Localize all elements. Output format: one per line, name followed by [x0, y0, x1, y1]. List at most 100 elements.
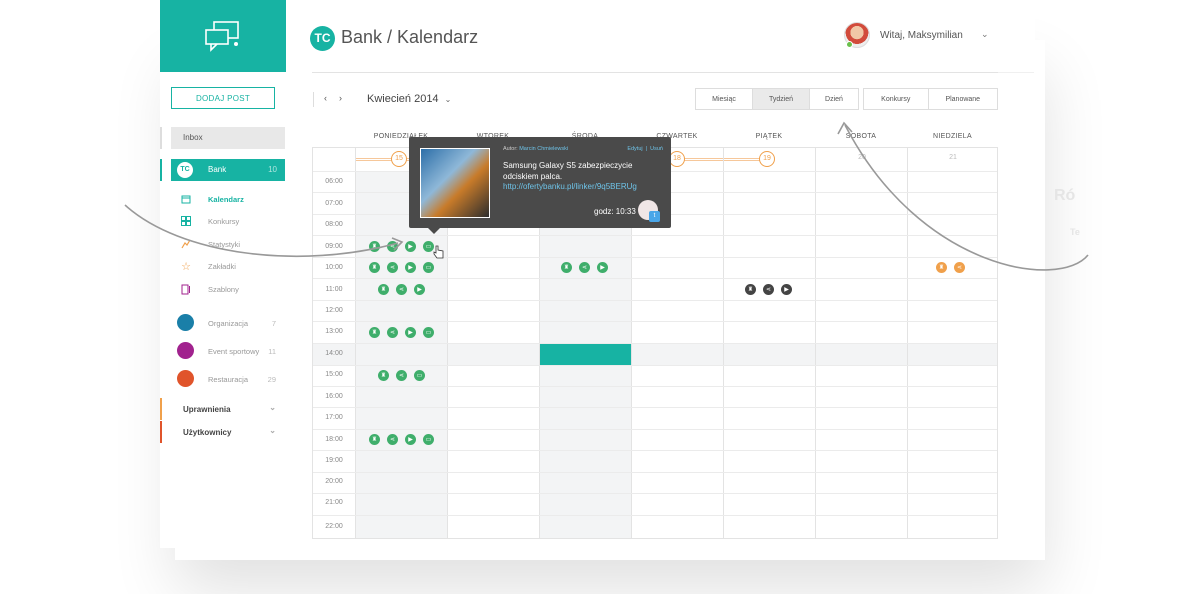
time-label: 07:00 — [325, 200, 343, 207]
share-icon[interactable]: ⋖ — [387, 262, 398, 273]
sidebar-item-bank[interactable]: TC Bank 10 — [160, 159, 286, 181]
contest-icon[interactable]: ♜ — [378, 370, 389, 381]
org-count: 7 — [271, 319, 276, 328]
next-week-button[interactable]: › — [339, 93, 342, 103]
share-icon[interactable]: ⋖ — [387, 241, 398, 252]
bank-header-logo: TC — [310, 26, 335, 51]
hour-line — [313, 300, 997, 301]
play-icon[interactable]: ▶ — [405, 434, 416, 445]
time-label: 16:00 — [325, 393, 343, 400]
sidebar-item-szablony[interactable]: Szablony — [180, 283, 239, 295]
date-cell[interactable]: 19 — [759, 151, 775, 167]
tab-konkursy[interactable]: Konkursy — [864, 89, 929, 109]
play-icon[interactable]: ▶ — [597, 262, 608, 273]
play-icon[interactable]: ▶ — [405, 327, 416, 338]
edit-link[interactable]: Edytuj — [627, 146, 642, 152]
sidebar-org-organizacja[interactable]: Organizacja 7 — [177, 314, 282, 332]
play-icon[interactable]: ▶ — [405, 241, 416, 252]
share-icon[interactable]: ⋖ — [396, 370, 407, 381]
contest-icon[interactable]: ♜ — [936, 262, 947, 273]
tab-planowane[interactable]: Planowane — [929, 89, 997, 109]
popup-arrow — [428, 228, 440, 234]
sidebar-item-kalendarz[interactable]: Kalendarz — [180, 193, 244, 205]
hour-line — [313, 321, 997, 322]
delete-link[interactable]: Usuń — [650, 146, 663, 152]
post-link[interactable]: http://ofertybanku.pl/linker/9q5BERUg — [503, 182, 637, 191]
time-label: 08:00 — [325, 221, 343, 228]
page-title: Bank / Kalendarz — [341, 27, 479, 47]
contest-icon[interactable]: ♜ — [378, 284, 389, 295]
prev-week-button[interactable]: ‹ — [324, 93, 327, 103]
hour-line — [313, 407, 997, 408]
share-icon[interactable]: ⋖ — [387, 327, 398, 338]
hour-line — [313, 429, 997, 430]
contest-icon[interactable]: ♜ — [745, 284, 756, 295]
time-label: 06:00 — [325, 178, 343, 185]
sidebar-org-restauracja[interactable]: Restauracja 29 — [177, 370, 282, 388]
header-divider — [312, 72, 998, 73]
time-label: 12:00 — [325, 307, 343, 314]
tab-dzien[interactable]: Dzień — [810, 89, 858, 109]
org-count: 11 — [268, 347, 276, 356]
hour-line — [313, 472, 997, 473]
sidebar-item-label: Kalendarz — [208, 194, 244, 204]
share-icon[interactable]: ⋖ — [763, 284, 774, 295]
message-icon[interactable]: ▭ — [423, 327, 434, 338]
play-icon[interactable]: ▶ — [414, 284, 425, 295]
date-cell[interactable]: 21 — [908, 154, 998, 161]
time-label: 14:00 — [325, 350, 343, 357]
month-selector[interactable]: Kwiecień 2014 ⌄ — [367, 93, 451, 105]
chevron-down-icon: ⌄ — [444, 95, 452, 104]
share-icon[interactable]: ⋖ — [579, 262, 590, 273]
date-cell[interactable]: 15 — [391, 151, 407, 167]
share-icon[interactable]: ⋖ — [387, 434, 398, 445]
sidebar-section-uprawnienia[interactable]: Uprawnienia ⌄ — [160, 398, 286, 420]
hour-line — [313, 450, 997, 451]
sidebar-org-event-sportowy[interactable]: Event sportowy 11 — [177, 342, 282, 360]
hour-line — [313, 365, 997, 366]
sidebar-section-uzytkownicy[interactable]: Użytkownicy ⌄ — [160, 421, 286, 443]
sidebar-item-inbox[interactable]: Inbox — [160, 127, 286, 149]
sidebar-item-statystyki[interactable]: Statystyki — [180, 238, 240, 250]
date-cell[interactable]: 18 — [669, 151, 685, 167]
tab-miesiac[interactable]: Miesiąc — [696, 89, 753, 109]
time-label: 10:00 — [325, 264, 343, 271]
add-post-button[interactable]: DODAJ POST — [171, 87, 275, 109]
share-icon[interactable]: ⋖ — [954, 262, 965, 273]
message-icon[interactable]: ▭ — [423, 434, 434, 445]
message-icon[interactable]: ▭ — [423, 262, 434, 273]
calendar-event-block[interactable] — [540, 344, 631, 365]
play-icon[interactable]: ▶ — [405, 262, 416, 273]
contest-icon[interactable]: ♜ — [369, 327, 380, 338]
chevron-down-icon: ⌄ — [269, 403, 276, 412]
message-icon[interactable]: ▭ — [414, 370, 425, 381]
time-label: 11:00 — [325, 286, 343, 293]
sidebar-item-zakladki[interactable]: ☆ Zakładki — [180, 260, 236, 273]
sidebar-item-konkursy[interactable]: Konkursy — [180, 215, 239, 227]
contest-icon[interactable]: ♜ — [561, 262, 572, 273]
author-name[interactable]: Marcin Chmielewski — [519, 146, 568, 152]
time-label: 20:00 — [325, 478, 343, 485]
share-icon[interactable]: ⋖ — [396, 284, 407, 295]
hour-line — [313, 343, 997, 344]
filter-switcher: Konkursy Planowane — [863, 88, 998, 110]
sidebar-item-label: Statystyki — [208, 239, 241, 249]
play-icon[interactable]: ▶ — [781, 284, 792, 295]
org-avatar — [177, 370, 194, 387]
bank-count: 10 — [268, 165, 277, 174]
section-indicator — [160, 398, 162, 420]
time-label: 13:00 — [325, 328, 343, 335]
date-cell[interactable]: 20 — [816, 154, 908, 161]
document-icon — [180, 283, 192, 295]
app-logo[interactable] — [160, 0, 286, 72]
tab-tydzien[interactable]: Tydzień — [753, 89, 810, 109]
contest-icon[interactable]: ♜ — [369, 262, 380, 273]
day-header: PIĄTEK — [755, 133, 783, 140]
hour-line — [313, 386, 997, 387]
contest-icon[interactable]: ♜ — [369, 434, 380, 445]
contest-icon[interactable]: ♜ — [369, 241, 380, 252]
author-label: Autor: — [503, 146, 518, 152]
day-header: NIEDZIELA — [933, 133, 972, 140]
user-menu[interactable]: Witaj, Maksymilian ⌄ — [844, 22, 1004, 50]
post-author: Autor: Marcin Chmielewski — [503, 146, 568, 152]
